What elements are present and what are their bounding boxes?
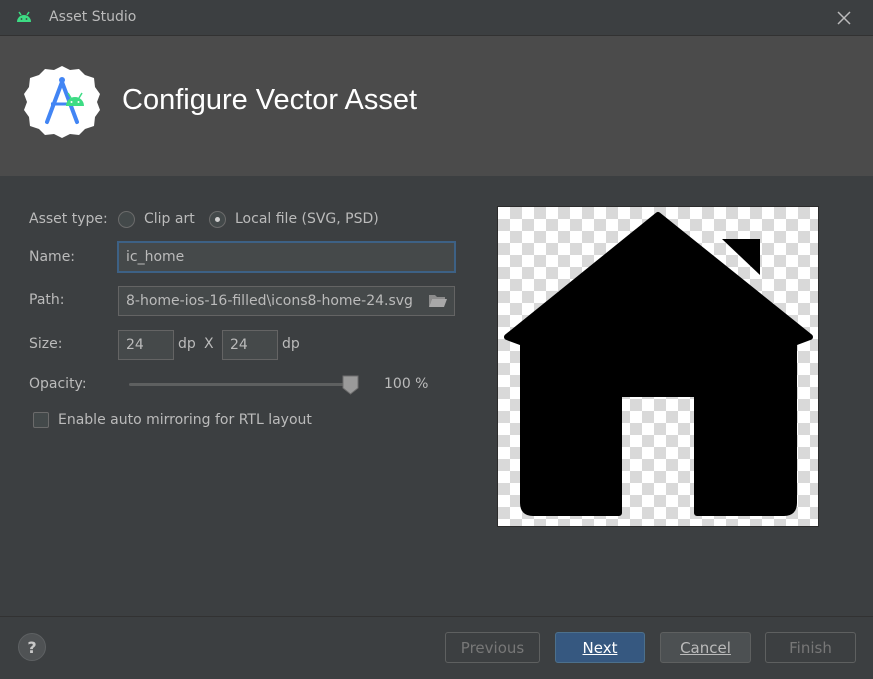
wizard-footer: ? Previous Next Cancel Finish [0, 616, 873, 679]
local-file-radio[interactable] [209, 211, 226, 228]
home-icon [504, 212, 813, 516]
local-file-label[interactable]: Local file (SVG, PSD) [235, 211, 379, 227]
width-input[interactable]: 24 [118, 330, 174, 360]
window-title: Asset Studio [49, 9, 137, 25]
finish-button[interactable]: Finish [765, 632, 856, 663]
rtl-mirroring-checkbox[interactable] [33, 412, 49, 428]
android-icon [17, 11, 31, 22]
asset-type-label: Asset type: [29, 211, 108, 227]
width-unit: dp [178, 336, 196, 352]
opacity-slider[interactable] [129, 383, 351, 386]
help-button[interactable]: ? [18, 633, 46, 661]
name-input[interactable]: ic_home [117, 241, 456, 273]
height-input[interactable]: 24 [222, 330, 278, 360]
size-separator: X [204, 336, 214, 352]
path-label: Path: [29, 292, 65, 308]
name-label: Name: [29, 249, 76, 265]
clip-art-radio[interactable] [118, 211, 135, 228]
icon-preview [497, 206, 819, 527]
size-label: Size: [29, 336, 63, 352]
opacity-value: 100 % [384, 376, 429, 392]
page-title: Configure Vector Asset [122, 84, 417, 116]
path-input[interactable]: 8-home-ios-16-filled\icons8-home-24.svg [118, 286, 455, 316]
opacity-slider-thumb[interactable] [342, 375, 359, 395]
height-unit: dp [282, 336, 300, 352]
title-bar: Asset Studio [0, 0, 873, 36]
opacity-label: Opacity: [29, 376, 87, 392]
next-button[interactable]: Next [555, 632, 645, 663]
previous-button[interactable]: Previous [445, 632, 540, 663]
cancel-button[interactable]: Cancel [660, 632, 751, 663]
wizard-header: Configure Vector Asset [0, 36, 873, 176]
android-studio-logo [24, 66, 100, 138]
folder-icon[interactable] [428, 293, 448, 309]
clip-art-label[interactable]: Clip art [144, 211, 195, 227]
rtl-mirroring-label[interactable]: Enable auto mirroring for RTL layout [58, 412, 312, 428]
close-icon[interactable] [834, 8, 854, 28]
